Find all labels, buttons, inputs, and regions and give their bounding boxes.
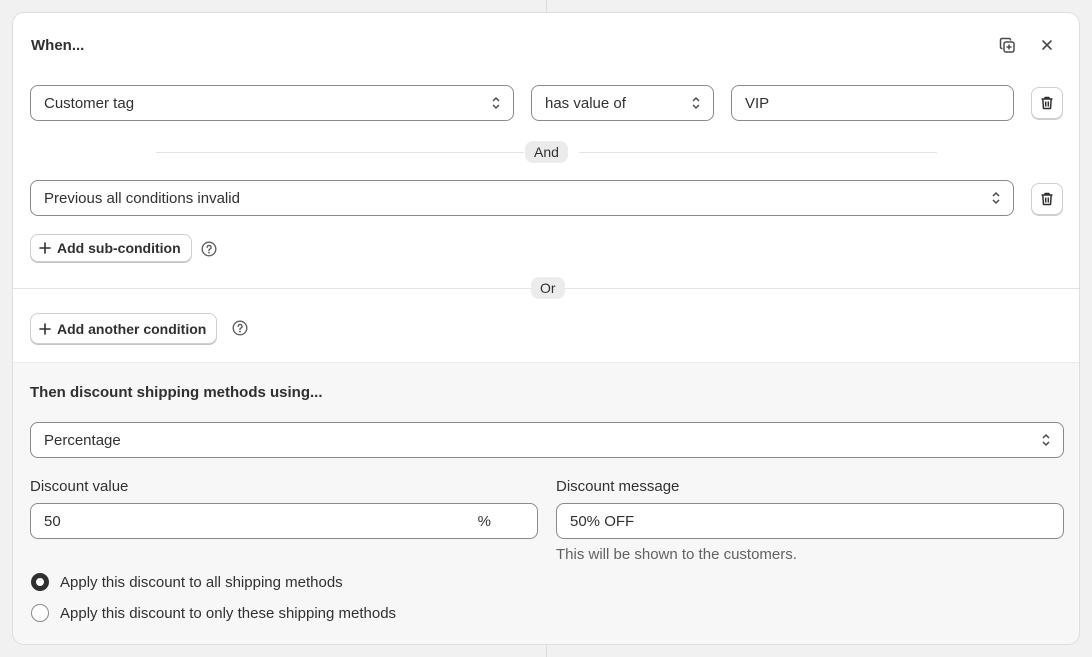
discount-title: Then discount shipping methods using... <box>30 384 323 401</box>
radio-selected[interactable] <box>31 573 49 591</box>
chevron-updown-icon <box>992 191 1000 205</box>
radio-specific-methods[interactable]: Apply this discount to only these shippi… <box>31 604 396 622</box>
chevron-updown-icon <box>692 96 700 110</box>
rule1-field-select[interactable]: Customer tag <box>30 85 514 121</box>
discount-section: Then discount shipping methods using... … <box>13 362 1079 644</box>
or-pill: Or <box>531 277 565 299</box>
trash-icon <box>1041 192 1053 206</box>
rule1-value-input[interactable]: VIP <box>731 85 1014 121</box>
percent-suffix: % <box>477 512 491 530</box>
radio-specific-methods-label: Apply this discount to only these shippi… <box>60 604 397 622</box>
discount-method-value: Percentage <box>44 431 121 449</box>
rule1-value-text: VIP <box>745 94 770 112</box>
rule1-operator-value: has value of <box>545 94 626 112</box>
when-title: When... <box>31 37 85 54</box>
help-icon[interactable] <box>201 241 217 257</box>
and-divider-right <box>579 152 937 153</box>
discount-value-label: Discount value <box>30 478 129 495</box>
add-sub-condition-button[interactable]: Add sub-condition <box>30 234 192 262</box>
add-another-condition-label: Add another condition <box>57 320 207 337</box>
plus-icon <box>39 322 51 335</box>
rule2-field-value: Previous all conditions invalid <box>44 189 240 207</box>
and-divider-left <box>156 152 524 153</box>
discount-message-label: Discount message <box>556 478 680 495</box>
delete-rule1-button[interactable] <box>1031 87 1063 119</box>
radio-all-methods[interactable]: Apply this discount to all shipping meth… <box>31 573 343 591</box>
rule1-operator-select[interactable]: has value of <box>531 85 714 121</box>
add-sub-condition-label: Add sub-condition <box>57 240 181 256</box>
add-another-condition-button[interactable]: Add another condition <box>30 313 218 344</box>
chevron-updown-icon <box>1042 433 1050 447</box>
delete-rule2-button[interactable] <box>1031 183 1063 215</box>
rule2-field-select[interactable]: Previous all conditions invalid <box>30 180 1014 216</box>
chevron-updown-icon <box>492 96 500 110</box>
trash-icon <box>1041 96 1053 110</box>
and-pill: And <box>525 141 568 163</box>
radio-unselected[interactable] <box>31 604 49 622</box>
radio-all-methods-label: Apply this discount to all shipping meth… <box>60 573 343 591</box>
duplicate-icon[interactable] <box>995 33 1019 57</box>
discount-value-input[interactable]: 50 % <box>30 503 538 539</box>
rule1-field-value: Customer tag <box>44 94 135 112</box>
help-icon[interactable] <box>232 320 248 336</box>
discount-message-input[interactable]: 50% OFF <box>556 503 1064 539</box>
condition-card: When... Customer tag has value of VIP An… <box>12 12 1080 645</box>
discount-message-hint: This will be shown to the customers. <box>556 546 797 563</box>
plus-icon <box>39 242 51 254</box>
close-icon[interactable] <box>1035 33 1059 57</box>
discount-value-text: 50 <box>44 512 61 530</box>
discount-method-select[interactable]: Percentage <box>30 422 1064 458</box>
discount-message-text: 50% OFF <box>570 512 635 530</box>
